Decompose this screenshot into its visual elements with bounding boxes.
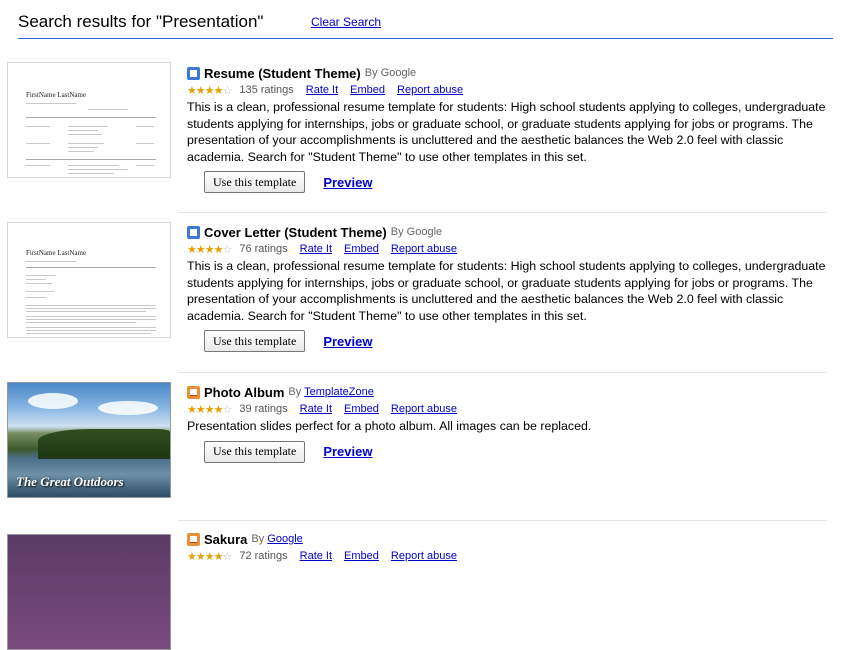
by-label: By [364, 67, 378, 79]
star-rating: ★★★★☆ [187, 243, 232, 256]
template-name[interactable]: Sakura [204, 532, 247, 547]
template-description: This is a clean, professional resume tem… [187, 100, 826, 164]
star-rating: ★★★★☆ [187, 403, 232, 416]
preview-link[interactable]: Preview [323, 444, 372, 459]
star-rating: ★★★★☆ [187, 550, 232, 563]
report-abuse-link[interactable]: Report abuse [391, 243, 457, 255]
search-header: Search results for "Presentation" Clear … [18, 10, 833, 39]
by-label: By [390, 226, 404, 238]
use-template-button[interactable]: Use this template [204, 171, 306, 193]
use-template-button[interactable]: Use this template [204, 440, 306, 463]
rate-it-link[interactable]: Rate It [300, 243, 332, 255]
use-template-button[interactable]: Use this template [204, 330, 306, 352]
rate-it-link[interactable]: Rate It [300, 550, 332, 562]
template-author-link[interactable]: Google [267, 533, 302, 545]
document-icon [187, 225, 200, 239]
thumb-caption: The Great Outdoors [16, 474, 124, 489]
report-abuse-link[interactable]: Report abuse [391, 550, 457, 562]
template-author: Google [380, 67, 417, 79]
embed-link[interactable]: Embed [344, 403, 379, 415]
template-thumbnail[interactable] [7, 534, 171, 650]
embed-link[interactable]: Embed [344, 243, 379, 255]
clear-search-link[interactable]: Clear Search [311, 15, 381, 29]
template-description: Presentation slides perfect for a photo … [187, 419, 592, 433]
ratings-count: 39 ratings [239, 403, 288, 415]
template-author: Google [406, 226, 443, 238]
presentation-icon [187, 385, 200, 399]
embed-link[interactable]: Embed [344, 550, 379, 562]
ratings-count: 135 ratings [239, 84, 294, 96]
template-name[interactable]: Cover Letter (Student Theme) [204, 225, 387, 240]
rate-it-link[interactable]: Rate It [300, 403, 332, 415]
ratings-count: 72 ratings [239, 550, 288, 562]
template-thumbnail[interactable]: The Great Outdoors [7, 382, 171, 498]
embed-link[interactable]: Embed [350, 84, 385, 96]
ratings-count: 76 ratings [239, 243, 288, 255]
thumb-name: FirstName LastName [26, 91, 87, 99]
thumb-name: FirstName LastName [26, 249, 87, 257]
preview-link[interactable]: Preview [323, 334, 372, 349]
template-thumbnail[interactable]: FirstName LastName [7, 222, 171, 338]
preview-link[interactable]: Preview [323, 175, 372, 190]
report-abuse-link[interactable]: Report abuse [397, 84, 463, 96]
by-label: By [251, 533, 265, 545]
template-description: This is a clean, professional resume tem… [187, 259, 826, 323]
template-name[interactable]: Photo Album [204, 385, 284, 400]
document-icon [187, 66, 200, 80]
template-thumbnail[interactable]: FirstName LastName [7, 62, 171, 178]
rate-it-link[interactable]: Rate It [306, 84, 338, 96]
template-name[interactable]: Resume (Student Theme) [204, 66, 361, 81]
page-title: Search results for "Presentation" [18, 12, 264, 31]
report-abuse-link[interactable]: Report abuse [391, 403, 457, 415]
star-rating: ★★★★☆ [187, 84, 232, 97]
by-label: By [288, 386, 302, 398]
presentation-icon [187, 532, 200, 546]
template-author-link[interactable]: TemplateZone [304, 386, 374, 398]
